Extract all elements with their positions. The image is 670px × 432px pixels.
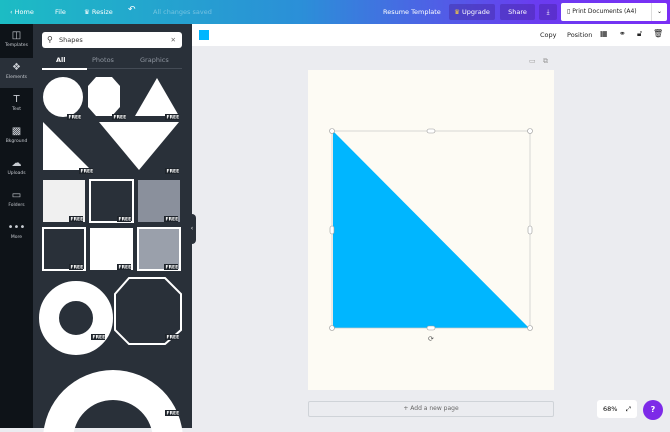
shape-square-pattern[interactable] — [137, 227, 181, 271]
shape-square-gray[interactable] — [138, 180, 180, 222]
text-icon: T — [13, 94, 20, 105]
shape-circle[interactable] — [43, 77, 83, 117]
shape-triangle[interactable] — [135, 78, 179, 116]
file-menu[interactable]: File — [55, 8, 66, 16]
free-badge: FREE — [166, 217, 179, 223]
print-button[interactable]: ▯ Print Documents (A4) ⌄ — [561, 3, 667, 21]
clear-search-icon[interactable]: ✕ — [171, 32, 176, 48]
chevron-down-icon[interactable]: ⌄ — [651, 3, 667, 21]
shape-right-triangle[interactable] — [43, 122, 91, 170]
elements-icon: ❖ — [12, 62, 21, 73]
tab-photos[interactable]: Photos — [92, 56, 114, 64]
free-badge: FREE — [71, 265, 84, 271]
background-icon: ▩ — [11, 126, 22, 137]
tab-all[interactable]: All — [56, 56, 66, 64]
editor-toolbar: Copy Position ▦ ⚭ 🔓︎ 🗑︎ — [192, 24, 670, 46]
shape-square-outline[interactable] — [89, 179, 134, 223]
transparency-icon[interactable]: ▦ — [600, 29, 608, 38]
fullscreen-icon[interactable]: ⤢ — [626, 400, 631, 418]
help-button[interactable]: ? — [643, 400, 663, 420]
comment-icon[interactable]: ▭ — [529, 57, 536, 65]
free-badge: FREE — [81, 169, 94, 175]
shape-arch[interactable] — [43, 370, 183, 432]
shapes-grid: FREE FREE FREE FREE FREE FREE FREE FREE FREE FREE… — [39, 77, 183, 432]
download-icon: ⤓ — [546, 8, 550, 16]
zoom-control[interactable]: 68% ⤢ — [597, 400, 637, 418]
free-badge: FREE — [167, 115, 180, 121]
free-badge: FREE — [93, 335, 106, 341]
document-title[interactable]: Resume Template — [383, 8, 441, 16]
resize-button[interactable]: ♛ Resize — [84, 8, 113, 16]
free-badge: FREE — [119, 265, 132, 271]
tab-underline — [42, 68, 182, 70]
rail-more[interactable]: ••• More — [0, 218, 33, 248]
free-badge: FREE — [119, 217, 132, 223]
shape-octagon[interactable] — [88, 77, 120, 116]
elements-panel: ⚲ Shapes ✕ All Photos Graphics FREE FREE F… — [33, 24, 196, 432]
free-badge: FREE — [69, 115, 82, 121]
home-button[interactable]: ‹ Home — [10, 8, 34, 16]
free-badge: FREE — [166, 265, 179, 271]
save-status: All changes saved — [153, 8, 212, 16]
rail-uploads[interactable]: ☁ Uploads — [0, 154, 33, 184]
more-icon: ••• — [7, 222, 26, 233]
search-icon: ⚲ — [47, 35, 53, 44]
uploads-icon: ☁ — [11, 158, 22, 169]
collapse-panel-handle[interactable]: ‹ — [188, 214, 196, 244]
templates-icon: ◫ — [11, 30, 22, 41]
free-badge: FREE — [71, 217, 84, 223]
rail-templates[interactable]: ◫ Templates — [0, 26, 33, 56]
link-icon[interactable]: ⚭ — [619, 29, 626, 38]
undo-icon[interactable]: ↶ — [128, 5, 136, 15]
design-page[interactable] — [308, 70, 554, 390]
rail-folders[interactable]: ▭ Folders — [0, 186, 33, 216]
shape-square-outline-2[interactable] — [42, 227, 86, 271]
shape-inverted-triangle[interactable] — [99, 122, 179, 170]
copy-button[interactable]: Copy — [540, 31, 557, 39]
lock-icon[interactable]: 🔓︎ — [637, 29, 642, 39]
rail-text[interactable]: T Text — [0, 90, 33, 120]
color-swatch[interactable] — [199, 30, 209, 40]
download-button[interactable]: ⤓ — [539, 4, 557, 20]
top-bar: ‹ Home File ♛ Resize ↶ All changes saved… — [0, 0, 670, 24]
tab-graphics[interactable]: Graphics — [140, 56, 169, 64]
rail-background[interactable]: ▩ Bkground — [0, 122, 33, 152]
duplicate-page-icon[interactable]: ⧉ — [543, 57, 548, 66]
shape-square-light[interactable] — [43, 180, 85, 222]
rail-elements[interactable]: ❖ Elements — [0, 58, 33, 88]
search-input[interactable]: ⚲ Shapes ✕ — [42, 32, 182, 48]
add-page-button[interactable]: + Add a new page — [308, 401, 554, 417]
free-badge: FREE — [114, 115, 127, 121]
share-button[interactable]: Share — [500, 4, 535, 20]
folders-icon: ▭ — [11, 190, 22, 201]
upgrade-button[interactable]: ♛ Upgrade — [449, 4, 495, 20]
free-badge: FREE — [167, 335, 180, 341]
shape-square-white[interactable] — [90, 228, 133, 270]
position-button[interactable]: Position — [567, 31, 592, 39]
side-rail: ◫ Templates ❖ Elements T Text ▩ Bkground ☁ Up… — [0, 24, 33, 428]
free-badge: FREE — [167, 169, 180, 175]
trash-icon[interactable]: 🗑︎ — [653, 29, 663, 38]
free-badge: FREE — [167, 411, 180, 417]
